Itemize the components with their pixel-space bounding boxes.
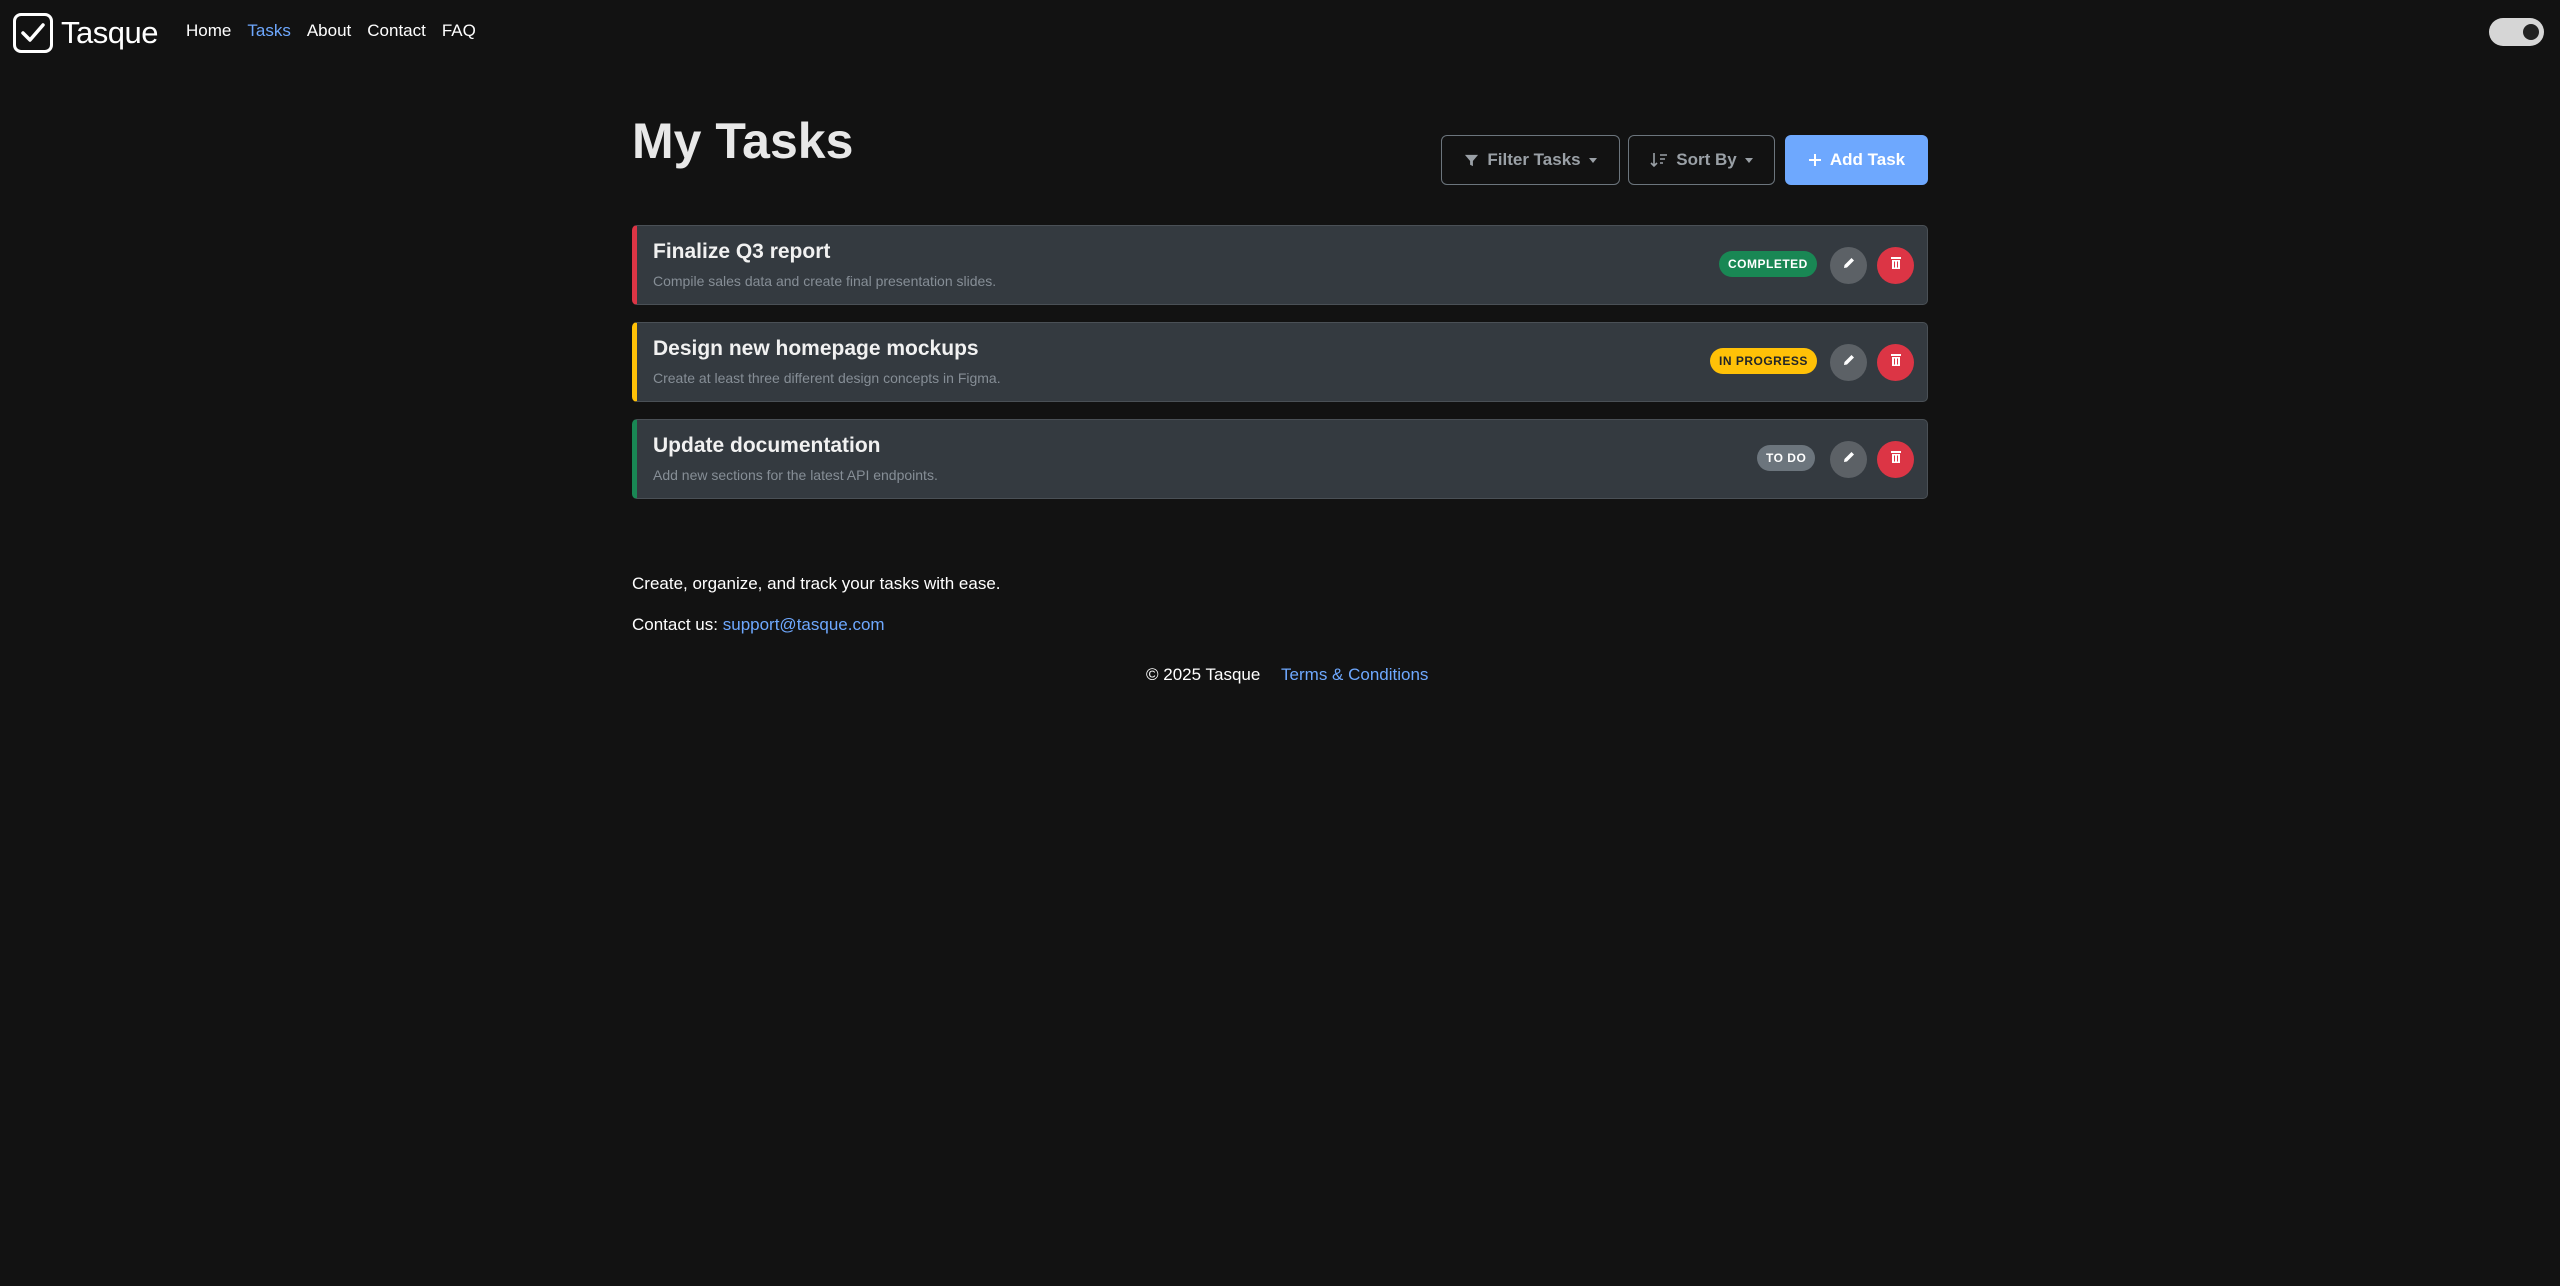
trash-icon [1890, 353, 1902, 372]
sort-down-icon [1650, 152, 1668, 168]
footer-tagline: Create, organize, and track your tasks w… [632, 574, 1001, 593]
terms-link[interactable]: Terms & Conditions [1281, 665, 1428, 684]
page-title: My Tasks [632, 113, 854, 169]
edit-button[interactable] [1830, 247, 1867, 284]
caret-down-icon [1744, 157, 1753, 163]
filter-icon [1464, 153, 1479, 168]
nav-home[interactable]: Home [186, 21, 231, 41]
caret-down-icon [1588, 157, 1597, 163]
task-description: Add new sections for the latest API endp… [653, 467, 938, 483]
contact-email-link[interactable]: support@tasque.com [723, 615, 885, 634]
copyright: © 2025 Tasque [1146, 665, 1261, 684]
plus-icon [1808, 153, 1822, 167]
task-description: Compile sales data and create final pres… [653, 273, 997, 289]
footer-bottom: © 2025 Tasque Terms & Conditions [1146, 665, 1428, 685]
task-title: Design new homepage mockups [653, 337, 979, 360]
add-task-label: Add Task [1829, 150, 1906, 169]
status-badge: TO DO [1757, 445, 1816, 471]
trash-icon [1890, 256, 1902, 275]
nav-tasks[interactable]: Tasks [247, 21, 290, 41]
pencil-icon [1842, 450, 1856, 469]
task-description: Create at least three different design c… [653, 370, 1001, 386]
footer-contact: Contact us: support@tasque.com [632, 615, 885, 635]
task-title: Update documentation [653, 434, 881, 457]
task-card[interactable]: Update documentation Add new sections fo… [632, 419, 1928, 499]
status-badge: IN PROGRESS [1710, 348, 1817, 374]
edit-button[interactable] [1830, 441, 1867, 478]
brand[interactable]: Tasque [13, 13, 158, 53]
filter-label: Filter Tasks [1487, 150, 1581, 169]
checkbox-logo-icon [13, 13, 53, 53]
toggle-knob [2523, 24, 2539, 40]
sort-by-button[interactable]: Sort By [1628, 135, 1775, 185]
pencil-icon [1842, 256, 1856, 275]
task-title: Finalize Q3 report [653, 240, 831, 263]
filter-tasks-button[interactable]: Filter Tasks [1441, 135, 1620, 185]
contact-prefix: Contact us: [632, 615, 718, 634]
trash-icon [1890, 450, 1902, 469]
edit-button[interactable] [1830, 344, 1867, 381]
task-card[interactable]: Finalize Q3 report Compile sales data an… [632, 225, 1928, 305]
status-badge: COMPLETED [1719, 251, 1817, 277]
nav-about[interactable]: About [307, 21, 351, 41]
add-task-button[interactable]: Add Task [1785, 135, 1928, 185]
sort-label: Sort By [1676, 150, 1737, 169]
nav-faq[interactable]: FAQ [442, 21, 476, 41]
navbar: Tasque Home Tasks About Contact FAQ [0, 0, 2560, 66]
nav-contact[interactable]: Contact [367, 21, 426, 41]
delete-button[interactable] [1877, 344, 1914, 381]
theme-toggle[interactable] [2489, 18, 2544, 46]
task-card[interactable]: Design new homepage mockups Create at le… [632, 322, 1928, 402]
pencil-icon [1842, 353, 1856, 372]
delete-button[interactable] [1877, 441, 1914, 478]
brand-name: Tasque [61, 15, 158, 50]
delete-button[interactable] [1877, 247, 1914, 284]
nav-links: Home Tasks About Contact FAQ [186, 21, 492, 41]
